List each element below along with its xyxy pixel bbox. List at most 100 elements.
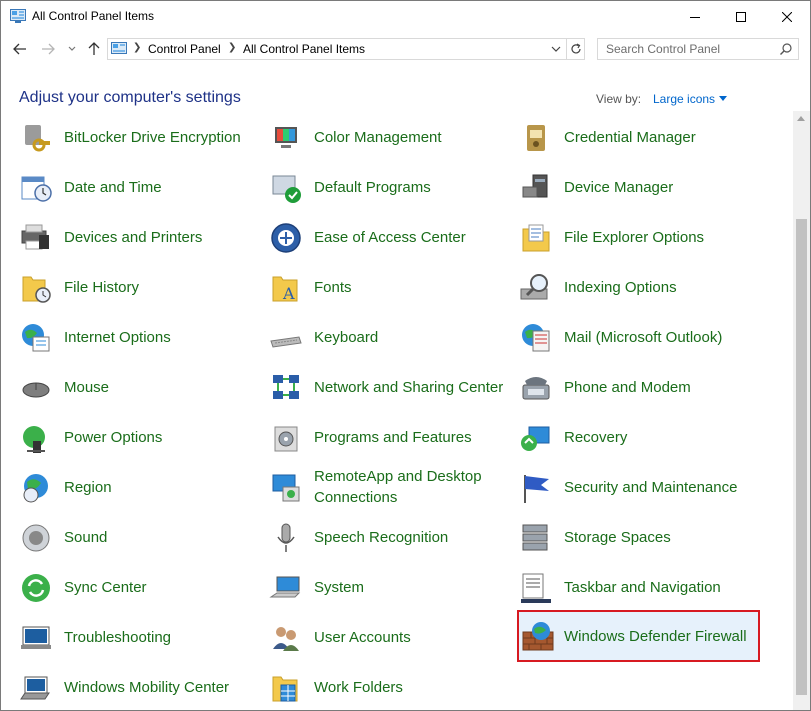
item-phone-modem[interactable]: Phone and Modem <box>519 367 761 407</box>
minimize-button[interactable] <box>672 1 718 32</box>
item-mouse[interactable]: Mouse <box>19 367 261 407</box>
breadcrumb-all-items[interactable]: All Control Panel Items <box>243 42 365 56</box>
vertical-scrollbar[interactable] <box>793 111 810 710</box>
item-taskbar-navigation[interactable]: Taskbar and Navigation <box>519 567 761 607</box>
close-button[interactable] <box>764 1 810 32</box>
control-panel-items-grid: BitLocker Drive Encryption Color Managem… <box>1 111 793 710</box>
item-ease-of-access[interactable]: Ease of Access Center <box>269 217 511 257</box>
item-storage-spaces[interactable]: Storage Spaces <box>519 517 761 557</box>
item-device-manager[interactable]: Device Manager <box>519 167 761 207</box>
item-sound[interactable]: Sound <box>19 517 261 557</box>
item-user-accounts[interactable]: User Accounts <box>269 617 511 657</box>
item-security-maintenance[interactable]: Security and Maintenance <box>519 467 761 507</box>
item-keyboard[interactable]: Keyboard <box>269 317 511 357</box>
sync-center-icon <box>22 574 50 602</box>
arrow-right-icon <box>42 43 55 55</box>
search-input[interactable]: Search Control Panel <box>597 38 799 60</box>
item-sync-center[interactable]: Sync Center <box>19 567 261 607</box>
color-management-icon <box>275 127 297 148</box>
network-sharing-icon <box>273 375 299 399</box>
item-programs-features[interactable]: Programs and Features <box>269 417 511 457</box>
address-bar[interactable]: ❯ Control Panel ❯ All Control Panel Item… <box>107 38 585 60</box>
system-icon <box>269 576 301 598</box>
power-options-icon <box>23 426 45 453</box>
speech-recognition-icon <box>277 523 295 552</box>
maximize-icon <box>736 11 746 22</box>
troubleshooting-icon <box>21 626 51 649</box>
close-icon <box>782 11 792 22</box>
item-bitlocker[interactable]: BitLocker Drive Encryption <box>19 117 261 157</box>
item-devices-printers[interactable]: Devices and Printers <box>19 217 261 257</box>
window-title: All Control Panel Items <box>32 9 155 23</box>
item-date-time[interactable]: Date and Time <box>19 167 261 207</box>
title-bar[interactable]: All Control Panel Items <box>1 1 810 32</box>
view-by-label: View by: <box>596 92 642 106</box>
item-file-history[interactable]: File History <box>19 267 261 307</box>
devices-printers-icon <box>21 224 49 250</box>
item-remoteapp[interactable]: RemoteApp and Desktop Connections <box>269 467 511 507</box>
navigation-bar: ❯ Control Panel ❯ All Control Panel Item… <box>1 32 810 68</box>
item-windows-mobility-center[interactable]: Windows Mobility Center <box>19 667 261 707</box>
item-power-options[interactable]: Power Options <box>19 417 261 457</box>
user-accounts-icon <box>273 627 299 651</box>
item-indexing-options[interactable]: Indexing Options <box>519 267 761 307</box>
sound-icon <box>22 524 50 552</box>
chevron-down-icon <box>68 46 76 51</box>
file-history-icon <box>22 276 51 303</box>
item-speech-recognition[interactable]: Speech Recognition <box>269 517 511 557</box>
bitlocker-icon <box>25 125 50 152</box>
work-folders-icon <box>272 676 298 702</box>
control-panel-window: All Control Panel Items ❯ Control Panel … <box>0 0 811 711</box>
minimize-icon <box>690 16 700 18</box>
item-credential-manager[interactable]: Credential Manager <box>519 117 761 157</box>
item-fonts[interactable]: A Fonts <box>269 267 511 307</box>
storage-spaces-icon <box>522 524 548 551</box>
item-default-programs[interactable]: Default Programs <box>269 167 511 207</box>
item-troubleshooting[interactable]: Troubleshooting <box>19 617 261 657</box>
region-icon <box>23 474 48 503</box>
item-work-folders[interactable]: Work Folders <box>269 667 511 707</box>
breadcrumb-control-panel[interactable]: Control Panel <box>148 42 221 56</box>
item-region[interactable]: Region <box>19 467 261 507</box>
remoteapp-icon <box>272 474 300 502</box>
page-title: Adjust your computer's settings <box>19 89 241 106</box>
file-explorer-options-icon <box>522 224 550 252</box>
mail-icon <box>522 324 550 352</box>
view-by-dropdown[interactable]: Large icons <box>653 92 715 106</box>
item-recovery[interactable]: Recovery <box>519 417 761 457</box>
item-internet-options[interactable]: Internet Options <box>19 317 261 357</box>
mobility-center-icon <box>20 676 50 700</box>
control-panel-address-icon <box>111 42 127 54</box>
refresh-icon <box>570 43 581 54</box>
up-button[interactable] <box>85 40 103 58</box>
firewall-icon <box>522 622 554 651</box>
maximize-button[interactable] <box>718 1 764 32</box>
item-mail[interactable]: Mail (Microsoft Outlook) <box>519 317 761 357</box>
date-time-icon <box>21 176 52 202</box>
item-file-explorer-options[interactable]: File Explorer Options <box>519 217 761 257</box>
item-color-management[interactable]: Color Management <box>269 117 511 157</box>
breadcrumb-separator-icon[interactable]: ❯ <box>228 42 236 53</box>
breadcrumb-separator-icon[interactable]: ❯ <box>133 42 141 53</box>
item-network-sharing[interactable]: Network and Sharing Center <box>269 367 511 407</box>
search-icon[interactable] <box>779 42 793 56</box>
programs-features-icon <box>274 426 298 452</box>
view-by-caret-icon[interactable] <box>719 96 727 101</box>
forward-button[interactable] <box>39 40 57 58</box>
default-programs-icon <box>272 175 301 203</box>
scroll-up-arrow-icon[interactable] <box>797 116 805 121</box>
control-panel-app-icon <box>10 9 26 23</box>
taskbar-navigation-icon <box>521 573 551 603</box>
ease-of-access-icon <box>271 223 301 253</box>
address-dropdown-button[interactable] <box>548 39 564 59</box>
arrow-left-icon <box>13 43 26 55</box>
indexing-options-icon <box>520 274 548 300</box>
security-maintenance-icon <box>524 475 549 503</box>
item-system[interactable]: System <box>269 567 511 607</box>
item-windows-defender-firewall[interactable]: Windows Defender Firewall <box>517 610 760 662</box>
scrollbar-thumb[interactable] <box>796 219 807 695</box>
phone-modem-icon <box>522 377 550 400</box>
back-button[interactable] <box>11 40 29 58</box>
refresh-button[interactable] <box>566 39 584 59</box>
recent-locations-button[interactable] <box>65 40 79 58</box>
